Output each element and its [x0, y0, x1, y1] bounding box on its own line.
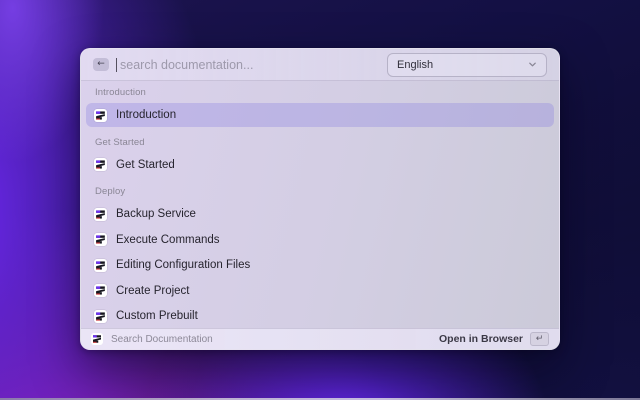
search-input[interactable] — [118, 58, 387, 72]
section-label: Deploy — [86, 178, 554, 202]
result-item[interactable]: Introduction — [86, 103, 554, 127]
zeabur-logo-icon — [94, 158, 107, 171]
chevron-down-icon — [528, 60, 537, 69]
result-item[interactable]: Backup Service — [86, 202, 554, 226]
result-item[interactable]: Editing Configuration Files — [86, 253, 554, 277]
zeabur-logo-icon — [94, 208, 107, 221]
zeabur-logo-icon — [94, 310, 107, 323]
result-item-label: Custom Prebuilt — [116, 310, 198, 322]
enter-key-icon: ↵ — [536, 334, 544, 344]
zeabur-logo-icon — [94, 259, 107, 272]
zeabur-logo-icon — [91, 333, 103, 345]
text-caret — [116, 58, 117, 72]
dialog-footer: Search Documentation Open in Browser ↵ — [81, 328, 559, 349]
result-item[interactable]: Execute Commands — [86, 228, 554, 252]
zeabur-logo-icon — [94, 284, 107, 297]
result-item[interactable]: Custom Prebuilt — [86, 304, 554, 328]
results-list: Introduction Introduction Get Started Get S… — [81, 81, 559, 328]
result-item-label: Create Project — [116, 285, 190, 297]
enter-key-button[interactable]: ↵ — [530, 332, 549, 346]
zeabur-logo-icon — [94, 109, 107, 122]
result-item-label: Backup Service — [116, 208, 196, 220]
open-in-browser-label[interactable]: Open in Browser — [439, 333, 523, 345]
result-item-label: Editing Configuration Files — [116, 259, 250, 271]
zeabur-logo-icon — [94, 233, 107, 246]
footer-context-label: Search Documentation — [111, 334, 213, 345]
desktop-wallpaper: ← English Introduction Introduction Get St… — [0, 0, 640, 400]
result-item[interactable]: Create Project — [86, 279, 554, 303]
result-item[interactable]: Get Started — [86, 153, 554, 177]
back-arrow-icon: ← — [97, 58, 105, 71]
search-documentation-dialog: ← English Introduction Introduction Get St… — [80, 48, 560, 350]
result-item-label: Execute Commands — [116, 234, 220, 246]
result-item-label: Introduction — [116, 109, 176, 121]
section-label: Get Started — [86, 129, 554, 153]
language-select-value: English — [397, 59, 433, 71]
language-select[interactable]: English — [387, 53, 547, 77]
section-label: Introduction — [86, 81, 554, 103]
dialog-header: ← English — [81, 49, 559, 81]
result-item-label: Get Started — [116, 159, 175, 171]
back-button[interactable]: ← — [93, 58, 109, 71]
